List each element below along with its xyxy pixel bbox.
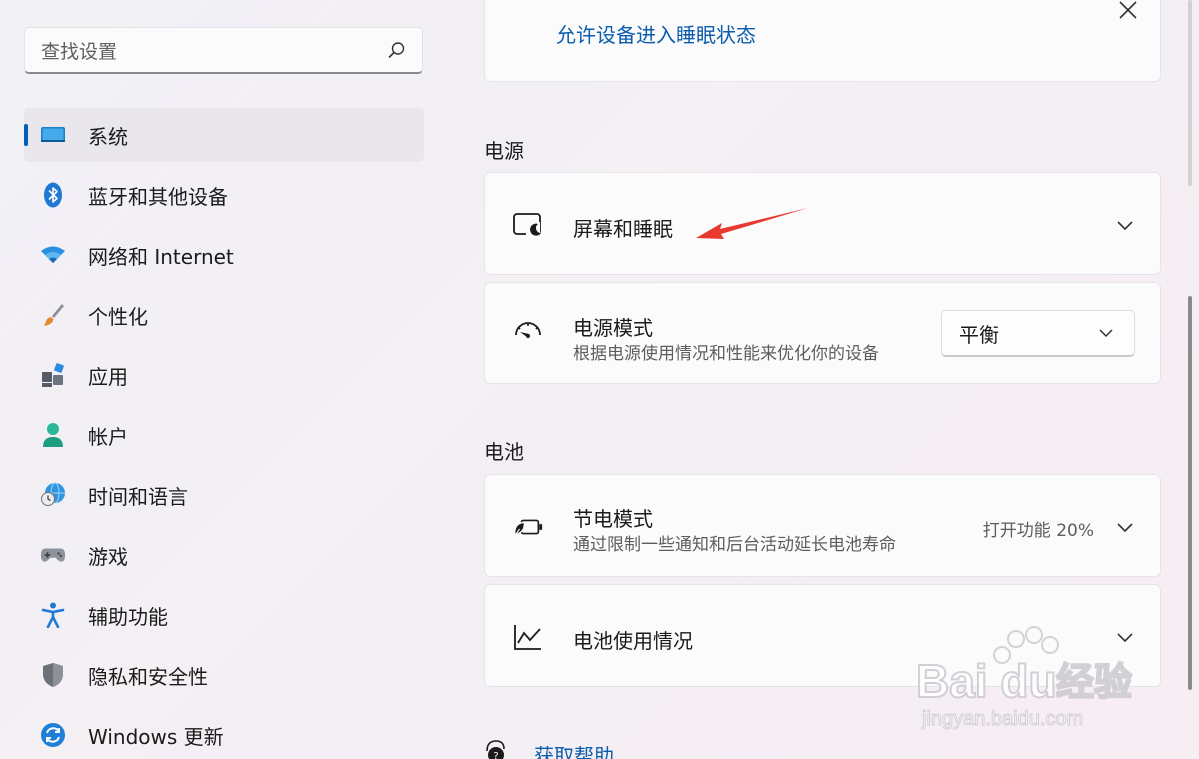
get-help-link[interactable]: 获取帮助 — [534, 740, 614, 759]
search-input[interactable]: 查找设置 — [41, 37, 388, 64]
sidebar-item-label: 游戏 — [88, 544, 128, 569]
battery-saver-status: 打开功能 20% — [982, 521, 1094, 541]
sidebar-item-personalization[interactable]: 个性化 — [24, 288, 424, 342]
sidebar-item-label: 个性化 — [88, 304, 148, 329]
battery-saver-card[interactable]: 节电模式 通过限制一些通知和后台活动延长电池寿命 打开功能 20% — [484, 474, 1161, 577]
sidebar-item-label: 时间和语言 — [88, 484, 188, 509]
svg-text:?: ? — [493, 751, 498, 759]
update-icon — [40, 722, 66, 748]
section-title-battery: 电池 — [484, 440, 524, 464]
power-mode-dropdown[interactable]: 平衡 — [941, 310, 1135, 357]
annotation-arrow — [696, 208, 808, 239]
monitor-icon — [40, 122, 66, 148]
screen-sleep-icon — [512, 209, 544, 241]
apps-icon — [40, 362, 66, 388]
sidebar-item-label: 系统 — [88, 124, 128, 149]
sidebar-item-label: 网络和 Internet — [88, 244, 234, 269]
battery-saver-subtitle: 通过限制一些通知和后台活动延长电池寿命 — [573, 535, 896, 555]
help-icon: ? — [486, 740, 505, 759]
power-mode-card: 电源模式 根据电源使用情况和性能来优化你的设备 平衡 — [484, 282, 1161, 384]
search-box[interactable]: 查找设置 — [24, 27, 423, 74]
search-icon[interactable] — [388, 41, 406, 59]
chevron-down-icon — [1099, 329, 1113, 338]
baidu-watermark: Bai du 经验 jingyan.baidu.com — [915, 626, 1133, 731]
sidebar-item-label: 帐户 — [88, 424, 128, 449]
gauge-icon — [512, 317, 544, 349]
watermark-cn: 经验 — [1056, 662, 1132, 704]
power-mode-title: 电源模式 — [573, 316, 653, 340]
sidebar-item-gaming[interactable]: 游戏 — [24, 528, 424, 582]
sidebar-item-label: 隐私和安全性 — [88, 664, 208, 689]
sidebar-item-time-language[interactable]: 时间和语言 — [24, 468, 424, 522]
sidebar-item-bluetooth[interactable]: 蓝牙和其他设备 — [24, 168, 424, 222]
sleep-settings-card: 允许设备进入睡眠状态 — [484, 0, 1161, 82]
sidebar-item-system[interactable]: 系统 — [24, 108, 424, 162]
sidebar-nav: 系统 蓝牙和其他设备 网络和 Internet 个性化 应用 帐户 时间和语言 … — [24, 108, 424, 759]
sidebar-item-apps[interactable]: 应用 — [24, 348, 424, 402]
chevron-down-icon[interactable] — [1116, 518, 1134, 536]
brush-icon — [40, 302, 66, 328]
screen-sleep-title: 屏幕和睡眠 — [573, 217, 673, 241]
close-icon[interactable] — [1116, 0, 1140, 20]
globe-clock-icon — [40, 482, 66, 508]
sidebar-item-network[interactable]: 网络和 Internet — [24, 228, 424, 282]
sidebar-item-accounts[interactable]: 帐户 — [24, 408, 424, 462]
sidebar-item-windows-update[interactable]: Windows 更新 — [24, 708, 424, 759]
scrollbar-thumb[interactable] — [1188, 296, 1192, 690]
scrollbar-track — [1188, 0, 1192, 186]
sidebar-item-accessibility[interactable]: 辅助功能 — [24, 588, 424, 642]
bluetooth-icon — [40, 182, 66, 208]
battery-saver-title: 节电模式 — [573, 507, 653, 531]
chart-line-icon — [512, 621, 544, 653]
chevron-down-icon[interactable] — [1116, 216, 1134, 234]
screen-sleep-card[interactable]: 屏幕和睡眠 — [484, 172, 1161, 275]
person-icon — [40, 422, 66, 448]
accessibility-icon — [40, 602, 66, 628]
sidebar-item-privacy[interactable]: 隐私和安全性 — [24, 648, 424, 702]
watermark-url: jingyan.baidu.com — [921, 708, 1083, 730]
sidebar-item-label: 蓝牙和其他设备 — [88, 184, 228, 209]
sidebar-item-label: 应用 — [88, 364, 128, 389]
shield-icon — [40, 662, 66, 688]
power-mode-subtitle: 根据电源使用情况和性能来优化你的设备 — [573, 344, 879, 364]
battery-usage-title: 电池使用情况 — [573, 629, 693, 653]
sidebar-item-label: 辅助功能 — [88, 604, 168, 629]
wifi-icon — [40, 242, 66, 268]
section-title-power: 电源 — [484, 139, 524, 163]
gamepad-icon — [40, 542, 66, 568]
watermark-brand: Bai du — [916, 655, 1057, 707]
battery-leaf-icon — [512, 511, 544, 543]
allow-sleep-link[interactable]: 允许设备进入睡眠状态 — [556, 19, 756, 48]
sidebar-item-label: Windows 更新 — [88, 724, 224, 749]
sidebar: 查找设置 系统 蓝牙和其他设备 网络和 Internet 个性化 应用 帐户 时… — [0, 0, 450, 759]
